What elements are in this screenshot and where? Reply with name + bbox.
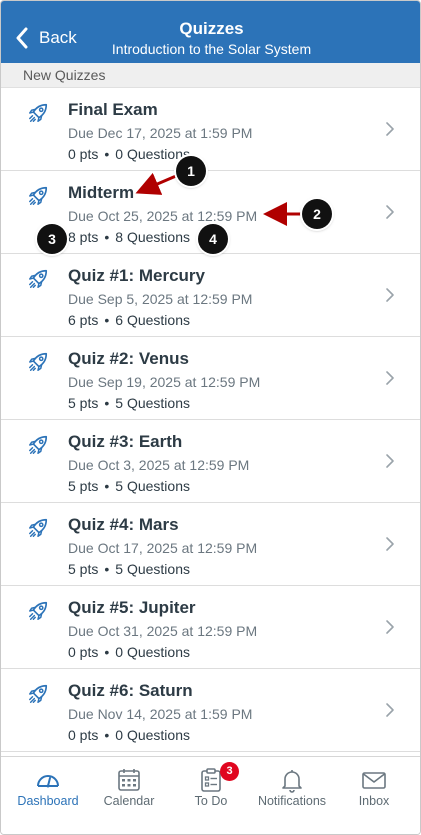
quiz-question-count: 5 Questions — [115, 561, 190, 577]
quiz-question-count: 0 Questions — [115, 146, 190, 162]
quiz-row[interactable]: Final Exam Due Dec 17, 2025 at 1:59 PM 0 p… — [1, 88, 420, 171]
chevron-right-icon — [386, 205, 394, 219]
tab-label: Dashboard — [17, 794, 79, 808]
chevron-right-icon — [386, 537, 394, 551]
separator-dot: • — [104, 229, 110, 245]
quiz-points: 0 pts — [68, 644, 99, 660]
rocket-icon — [29, 269, 48, 288]
quiz-row[interactable]: Quiz #3: Earth Due Oct 3, 2025 at 12:59 P… — [1, 420, 420, 503]
tab-dashboard[interactable]: Dashboard — [6, 757, 90, 834]
quiz-row[interactable]: Quiz #1: Mercury Due Sep 5, 2025 at 12:59… — [1, 254, 420, 337]
quiz-name: Quiz #5: Jupiter — [68, 598, 196, 617]
quiz-row[interactable]: Quiz #4: Mars Due Oct 17, 2025 at 12:59 P… — [1, 503, 420, 586]
separator-dot: • — [104, 478, 110, 494]
quiz-meta: 6 pts • 6 Questions — [68, 312, 190, 328]
quiz-meta: 5 pts • 5 Questions — [68, 561, 190, 577]
chevron-right-icon — [386, 288, 394, 302]
tab-notifications[interactable]: Notifications — [250, 757, 334, 834]
quiz-name: Quiz #3: Earth — [68, 432, 183, 451]
quiz-name: Final Exam — [68, 100, 158, 119]
separator-dot: • — [104, 146, 110, 162]
separator-dot: • — [104, 561, 110, 577]
quiz-row[interactable]: Quiz #5: Jupiter Due Oct 31, 2025 at 12:5… — [1, 586, 420, 669]
quiz-question-count: 0 Questions — [115, 727, 190, 743]
todo-count-badge: 3 — [220, 762, 239, 781]
quiz-due-date: Due Oct 31, 2025 at 12:59 PM — [68, 623, 258, 639]
separator-dot: • — [104, 644, 110, 660]
quiz-question-count: 5 Questions — [115, 395, 190, 411]
screen: Back Quizzes Introduction to the Solar S… — [0, 0, 421, 835]
rocket-icon — [29, 435, 48, 454]
quiz-row[interactable]: Quiz #6: Saturn Due Nov 14, 2025 at 1:59 … — [1, 669, 420, 752]
quiz-name: Midterm — [68, 183, 135, 202]
quiz-due-date: Due Sep 5, 2025 at 12:59 PM — [68, 291, 253, 307]
chevron-right-icon — [386, 703, 394, 717]
separator-dot: • — [104, 395, 110, 411]
quiz-points: 5 pts — [68, 395, 99, 411]
quiz-due-date: Due Nov 14, 2025 at 1:59 PM — [68, 706, 253, 722]
quiz-points: 6 pts — [68, 312, 99, 328]
quiz-name: Quiz #2: Venus — [68, 349, 189, 368]
tab-bar: Dashboard Calendar To Do 3 Notifications Inbo… — [1, 756, 420, 834]
callout-4: 4 — [198, 224, 228, 254]
quiz-meta: 8 pts • 8 Questions — [68, 229, 190, 245]
quiz-points: 5 pts — [68, 478, 99, 494]
tab-label: To Do — [194, 794, 228, 808]
quiz-question-count: 0 Questions — [115, 644, 190, 660]
nav-header: Back Quizzes Introduction to the Solar S… — [1, 1, 420, 63]
tab-label: Inbox — [358, 794, 390, 808]
quiz-due-date: Due Oct 17, 2025 at 12:59 PM — [68, 540, 258, 556]
quiz-due-date: Due Oct 25, 2025 at 12:59 PM — [68, 208, 258, 224]
quiz-question-count: 8 Questions — [115, 229, 190, 245]
callout-3: 3 — [37, 224, 67, 254]
tab-to-do[interactable]: To Do 3 — [169, 757, 253, 834]
quiz-name: Quiz #4: Mars — [68, 515, 179, 534]
rocket-icon — [29, 103, 48, 122]
chevron-right-icon — [386, 122, 394, 136]
quiz-question-count: 5 Questions — [115, 478, 190, 494]
rocket-icon — [29, 352, 48, 371]
callout-2: 2 — [302, 199, 332, 229]
tab-calendar[interactable]: Calendar — [87, 757, 171, 834]
quiz-points: 5 pts — [68, 561, 99, 577]
chevron-right-icon — [386, 371, 394, 385]
rocket-icon — [29, 601, 48, 620]
quiz-name: Quiz #6: Saturn — [68, 681, 193, 700]
rocket-icon — [29, 186, 48, 205]
quiz-points: 0 pts — [68, 727, 99, 743]
course-subtitle: Introduction to the Solar System — [111, 41, 312, 57]
quiz-list: Final Exam Due Dec 17, 2025 at 1:59 PM 0 p… — [1, 88, 420, 752]
tab-label: Calendar — [103, 794, 155, 808]
tab-inbox[interactable]: Inbox — [332, 757, 416, 834]
rocket-icon — [29, 684, 48, 703]
quiz-meta: 5 pts • 5 Questions — [68, 478, 190, 494]
quiz-question-count: 6 Questions — [115, 312, 190, 328]
quiz-meta: 0 pts • 0 Questions — [68, 146, 190, 162]
quiz-row[interactable]: Quiz #2: Venus Due Sep 19, 2025 at 12:59 … — [1, 337, 420, 420]
quiz-due-date: Due Oct 3, 2025 at 12:59 PM — [68, 457, 250, 473]
quiz-points: 8 pts — [68, 229, 99, 245]
callout-1: 1 — [176, 156, 206, 186]
quiz-due-date: Due Sep 19, 2025 at 12:59 PM — [68, 374, 261, 390]
tab-label: Notifications — [257, 794, 327, 808]
separator-dot: • — [104, 312, 110, 328]
chevron-right-icon — [386, 620, 394, 634]
quiz-meta: 5 pts • 5 Questions — [68, 395, 190, 411]
quiz-due-date: Due Dec 17, 2025 at 1:59 PM — [68, 125, 253, 141]
separator-dot: • — [104, 727, 110, 743]
quiz-meta: 0 pts • 0 Questions — [68, 727, 190, 743]
rocket-icon — [29, 518, 48, 537]
page-title: Quizzes — [179, 19, 244, 38]
chevron-right-icon — [386, 454, 394, 468]
quiz-points: 0 pts — [68, 146, 99, 162]
quiz-name: Quiz #1: Mercury — [68, 266, 205, 285]
quiz-meta: 0 pts • 0 Questions — [68, 644, 190, 660]
section-header: New Quizzes — [1, 63, 420, 88]
